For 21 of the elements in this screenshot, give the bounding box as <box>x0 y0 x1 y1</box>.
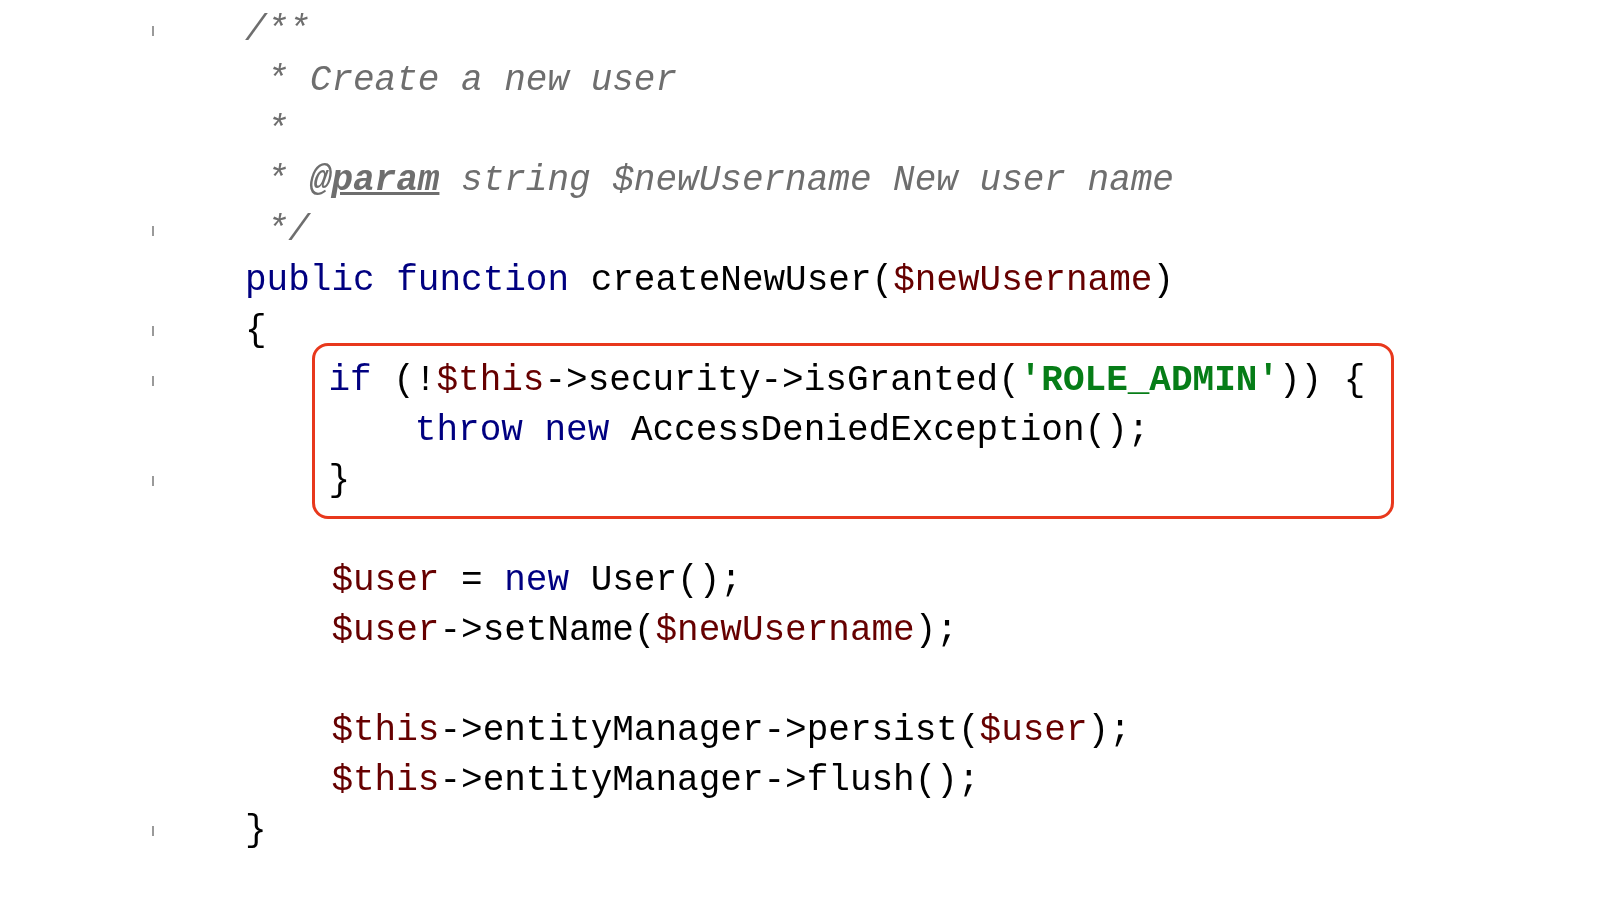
fold-marker-icon[interactable] <box>152 476 154 486</box>
code-line: { <box>245 309 267 353</box>
code-line: } <box>327 459 351 503</box>
code-line: */ <box>265 209 310 253</box>
code-line: * @param string $newUsername New user name <box>265 159 1174 203</box>
code-line: } <box>245 809 267 853</box>
fold-marker-icon[interactable] <box>152 376 154 386</box>
fold-marker-icon[interactable] <box>152 826 154 836</box>
code-line: * Create a new user <box>265 59 678 103</box>
code-line: if (!$this->security->isGranted('ROLE_ADMIN')) { <box>327 359 1366 403</box>
fold-marker-icon[interactable] <box>152 26 154 36</box>
code-line: * <box>265 109 289 153</box>
code-line: $this->entityManager->persist($user); <box>330 709 1131 753</box>
fold-marker-icon[interactable] <box>152 226 154 236</box>
code-line: $user->setName($newUsername); <box>330 609 958 653</box>
code-line: throw new AccessDeniedException(); <box>413 409 1150 453</box>
code-line: public function createNewUser($newUsername) <box>245 259 1174 303</box>
code-line: $user = new User(); <box>330 559 742 603</box>
code-line: /** <box>245 9 310 53</box>
code-line: $this->entityManager->flush(); <box>330 759 980 803</box>
fold-marker-icon[interactable] <box>152 326 154 336</box>
